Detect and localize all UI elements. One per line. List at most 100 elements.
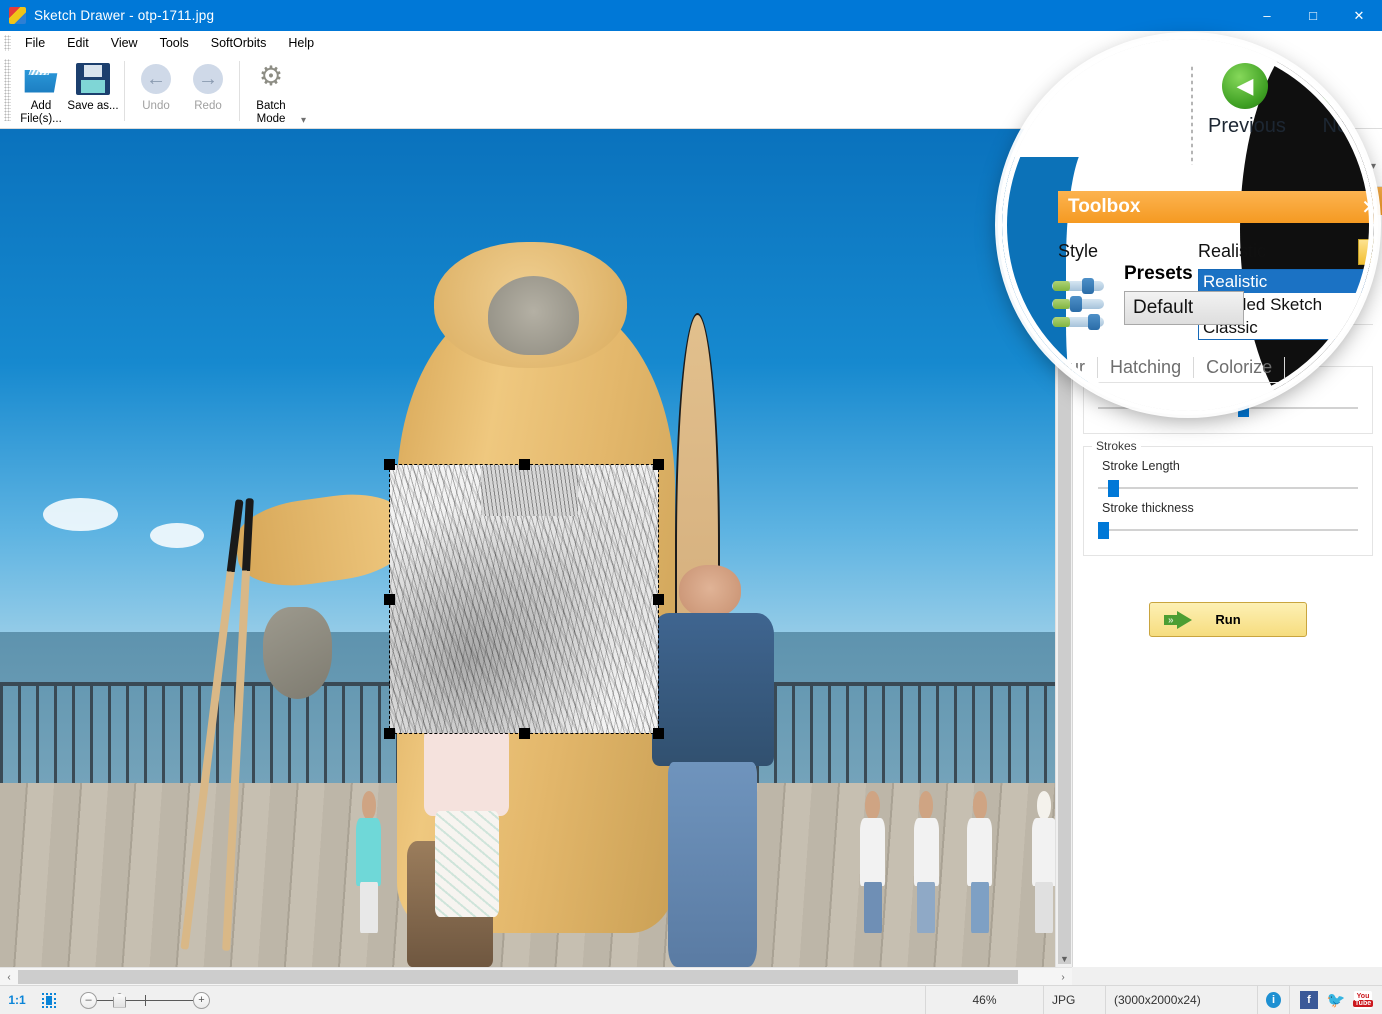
man-shirt [652,613,775,766]
zoom-out-button[interactable]: – [80,992,97,1009]
horizontal-scroll-thumb[interactable] [18,970,1018,984]
menu-item-view[interactable]: View [100,33,149,53]
magnifier-overlay: ◀ Previous ▶ Next Toolbox ✕ Style Realis… [998,35,1378,415]
bystander-legs [360,882,378,933]
zoom-ratio-label[interactable]: 1:1 [0,986,34,1014]
menu-item-help[interactable]: Help [277,33,325,53]
save-as-label: Save as... [67,100,118,113]
toolbar-separator-2 [239,61,240,121]
close-button[interactable]: ✕ [1336,0,1382,31]
stroke-thickness-knob[interactable] [1098,522,1109,539]
bystander-body [1032,818,1057,886]
batch-mode-label: Batch Mode [245,100,297,126]
undo-button[interactable]: ← Undo [130,59,182,125]
left-arrow-circle-icon: ◀ [1222,63,1268,109]
toolbar-overflow-button[interactable]: ▾ [301,115,306,126]
info-button[interactable]: i [1258,986,1290,1014]
menu-item-edit[interactable]: Edit [56,33,100,53]
resize-handle-s[interactable] [519,728,530,739]
stroke-length-slider[interactable] [1098,481,1358,495]
minimize-button[interactable]: – [1244,0,1290,31]
resize-handle-nw[interactable] [384,459,395,470]
resize-handle-e[interactable] [653,594,664,605]
resize-handle-w[interactable] [384,594,395,605]
image-dimensions-label: (3000x2000x24) [1106,986,1258,1014]
resize-handle-n[interactable] [519,459,530,470]
magnified-presets-row: Presets Default [1052,261,1378,331]
magnified-tab-contour[interactable]: ntour [1032,357,1098,378]
selection-rectangle[interactable] [390,465,658,733]
strokes-legend: Strokes [1092,439,1141,453]
resize-handle-se[interactable] [653,728,664,739]
bystander-head [865,791,879,819]
menu-item-tools[interactable]: Tools [149,33,200,53]
resize-handle-ne[interactable] [653,459,664,470]
bystander-legs [1035,882,1053,933]
bystander [858,791,888,933]
open-folder-icon [24,63,58,95]
status-spacer [218,986,926,1014]
twitter-icon[interactable]: 🐦 [1327,991,1345,1009]
canvas-horizontal-scrollbar[interactable]: ‹ › [0,967,1072,985]
cloud [43,498,118,532]
strokes-group: Strokes Stroke Length Stroke thickness [1083,446,1373,556]
scroll-right-icon[interactable]: › [1054,968,1072,986]
bystander-body [967,818,992,886]
redo-button[interactable]: → Redo [182,59,234,125]
fit-to-screen-icon [42,993,56,1008]
add-files-button[interactable]: Add File(s)... [15,59,67,126]
magnified-close-icon[interactable]: ✕ [1361,195,1378,220]
redo-arrow-icon: → [191,63,225,95]
magnified-toolbox-title-bar: Toolbox ✕ [1058,191,1378,223]
fit-to-screen-button[interactable] [34,986,64,1014]
scroll-down-icon[interactable]: ▼ [1056,950,1073,967]
stroke-length-knob[interactable] [1108,480,1119,497]
man-figure [643,565,782,967]
toolbar-separator [124,61,125,121]
scroll-left-icon[interactable]: ‹ [0,968,18,986]
magnified-style-value[interactable]: Realistic [1198,241,1266,262]
run-button[interactable]: » Run [1149,602,1307,637]
magnified-divider [1082,382,1342,383]
batch-mode-button[interactable]: ⚙ Batch Mode [245,59,297,126]
resize-handle-sw[interactable] [384,728,395,739]
info-icon: i [1266,992,1281,1008]
undo-label: Undo [142,100,170,113]
undo-arrow-icon: ← [139,63,173,95]
image-canvas[interactable] [0,129,1072,967]
save-as-button[interactable]: Save as... [67,59,119,125]
application-window: Sketch Drawer - otp-1711.jpg – □ ✕ File … [0,0,1382,1014]
magnified-tab-hatching[interactable]: Hatching [1098,357,1194,378]
youtube-icon[interactable]: YouTube [1354,991,1372,1009]
zoom-slider-track[interactable] [97,992,193,1009]
stroke-thickness-slider[interactable] [1098,523,1358,537]
zoom-slider-tick [145,995,146,1006]
magnified-next-label: Next [1308,115,1378,138]
sketch-preview-detail [481,465,577,516]
magnified-previous-button[interactable]: ◀ Previous [1208,63,1282,138]
magnified-effect-tabs: ntour Hatching Colorize [1032,357,1285,378]
zoom-slider-handle[interactable] [113,993,126,1008]
magnified-nav-grip-icon [1190,65,1194,165]
zoom-in-button[interactable]: + [193,992,210,1009]
magnified-toolbox-title: Toolbox [1068,196,1140,218]
magnified-preset-select[interactable]: Default [1124,291,1244,325]
magnified-tab-colorize[interactable]: Colorize [1194,357,1285,378]
magnified-strength-legend: th [1086,385,1100,405]
bystander-legs [864,882,882,933]
magnified-next-button[interactable]: ▶ Next [1308,63,1378,138]
stroke-length-label: Stroke Length [1102,459,1362,473]
right-arrow-circle-icon: ▶ [1320,63,1366,109]
bystander-body [860,818,885,886]
bystander-head [973,791,987,819]
menu-item-file[interactable]: File [14,33,56,53]
maximize-button[interactable]: □ [1290,0,1336,31]
menu-item-softorbits[interactable]: SoftOrbits [200,33,278,53]
floppy-disk-icon [76,63,110,95]
menu-grip-icon [4,35,11,51]
magnified-navigation: ◀ Previous ▶ Next [1208,63,1378,138]
window-title: Sketch Drawer - otp-1711.jpg [34,8,214,23]
facebook-icon[interactable]: f [1300,991,1318,1009]
zoom-slider-control[interactable]: – + [80,992,210,1009]
man-jeans [668,762,757,967]
